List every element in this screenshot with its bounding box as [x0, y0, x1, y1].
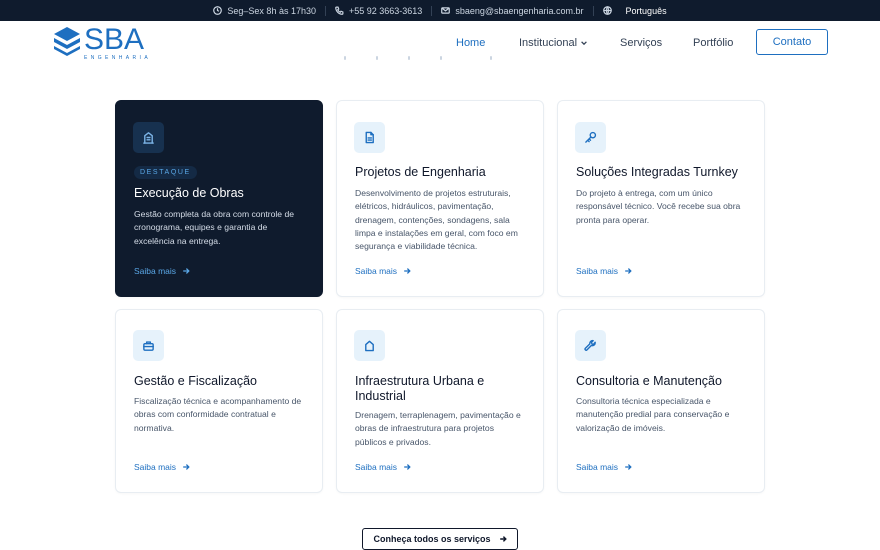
language-selector[interactable]: Português [594, 6, 676, 16]
nav-portfolio[interactable]: Portfólio [693, 37, 733, 49]
card-title: Infraestrutura Urbana e Industrial [355, 374, 485, 403]
card-description: Fiscalização técnica e acompanhamento de… [134, 396, 302, 433]
saiba-mais-label: Saiba mais [576, 266, 619, 276]
saiba-mais-link[interactable]: Saiba mais [355, 462, 411, 472]
saiba-mais-link[interactable]: Saiba mais [134, 462, 190, 472]
all-services-button[interactable]: Conheça todos os serviços [362, 528, 518, 550]
arrow-right-icon [404, 268, 411, 274]
arrow-right-icon [404, 464, 411, 470]
nav-institucional[interactable]: Institucional [519, 37, 588, 49]
card-title: Execução de Obras [134, 186, 244, 200]
logo-subtitle: ENGENHARIA [84, 55, 152, 61]
saiba-mais-label: Saiba mais [134, 266, 177, 276]
hours-text: Seg–Sex 8h às 17h30 [227, 5, 316, 16]
email-text: sbaeng@sbaengenharia.com.br [455, 5, 584, 16]
clock-icon [213, 6, 223, 15]
saiba-mais-label: Saiba mais [576, 462, 619, 472]
mail-icon [441, 7, 451, 14]
wrench-icon [584, 339, 596, 351]
service-card-gestao[interactable]: Gestão e Fiscalização Fiscalização técni… [115, 309, 323, 493]
nav-servicos[interactable]: Serviços [620, 37, 662, 49]
icon-box [354, 122, 385, 153]
card-title: Gestão e Fiscalização [134, 374, 257, 388]
icon-box [575, 122, 606, 153]
decorative-marks [340, 56, 500, 64]
arrow-right-icon [625, 268, 632, 274]
icon-box [354, 330, 385, 361]
saiba-mais-label: Saiba mais [355, 462, 398, 472]
arrow-right-icon [183, 464, 190, 470]
nav-institucional-label: Institucional [519, 37, 578, 49]
saiba-mais-link[interactable]: Saiba mais [576, 266, 632, 276]
icon-box [575, 330, 606, 361]
briefcase-icon [143, 341, 154, 351]
card-description: Gestão completa da obra com controle de … [134, 209, 295, 246]
card-title: Soluções Integradas Turnkey [576, 165, 738, 179]
key-icon [585, 131, 597, 143]
globe-icon [602, 6, 612, 15]
saiba-mais-link[interactable]: Saiba mais [134, 266, 190, 276]
contact-button[interactable]: Contato [756, 29, 828, 55]
arrow-right-icon [625, 464, 632, 470]
featured-badge: DESTAQUE [134, 166, 197, 179]
icon-box [133, 122, 164, 153]
saiba-mais-label: Saiba mais [355, 266, 398, 276]
building-icon [143, 132, 154, 144]
document-icon [365, 131, 374, 144]
top-info-bar: Seg–Sex 8h às 17h30 +55 92 3663-3613 sba… [0, 0, 880, 21]
language-text: Português [625, 5, 667, 16]
card-title: Consultoria e Manutenção [576, 374, 722, 388]
saiba-mais-link[interactable]: Saiba mais [576, 462, 632, 472]
card-description: Drenagem, terraplenagem, pavimentação e … [355, 410, 521, 447]
saiba-mais-link[interactable]: Saiba mais [355, 266, 411, 276]
saiba-mais-label: Saiba mais [134, 462, 177, 472]
nav-home[interactable]: Home [456, 37, 485, 49]
service-card-execucao[interactable]: DESTAQUE Execução de Obras Gestão comple… [115, 100, 323, 297]
card-title: Projetos de Engenharia [355, 165, 486, 179]
arrow-right-icon [183, 268, 190, 274]
all-services-label: Conheça todos os serviços [373, 534, 491, 544]
email-link[interactable]: sbaeng@sbaengenharia.com.br [432, 6, 592, 16]
card-description: Desenvolvimento de projetos estruturais,… [355, 188, 518, 252]
arrow-right-icon [499, 536, 507, 542]
phone-text: +55 92 3663-3613 [348, 5, 423, 16]
chevron-down-icon [581, 41, 587, 46]
home-icon [365, 340, 374, 352]
hours-info: Seg–Sex 8h às 17h30 [204, 6, 325, 16]
phone-icon [335, 6, 344, 15]
service-card-consultoria[interactable]: Consultoria e Manutenção Consultoria téc… [557, 309, 765, 493]
logo-word: SBA [84, 23, 145, 56]
service-card-infraestrutura[interactable]: Infraestrutura Urbana e Industrial Drena… [336, 309, 544, 493]
icon-box [133, 330, 164, 361]
phone-link[interactable]: +55 92 3663-3613 [326, 6, 431, 16]
card-description: Do projeto à entrega, com um único respo… [576, 188, 741, 225]
service-card-projetos[interactable]: Projetos de Engenharia Desenvolvimento d… [336, 100, 544, 297]
card-description: Consultoria técnica especializada e manu… [576, 396, 730, 433]
service-card-turnkey[interactable]: Soluções Integradas Turnkey Do projeto à… [557, 100, 765, 297]
logo-mark-icon [54, 27, 80, 56]
logo-text: SBA ENGENHARIA [84, 23, 152, 62]
logo[interactable]: SBA ENGENHARIA [53, 23, 152, 62]
